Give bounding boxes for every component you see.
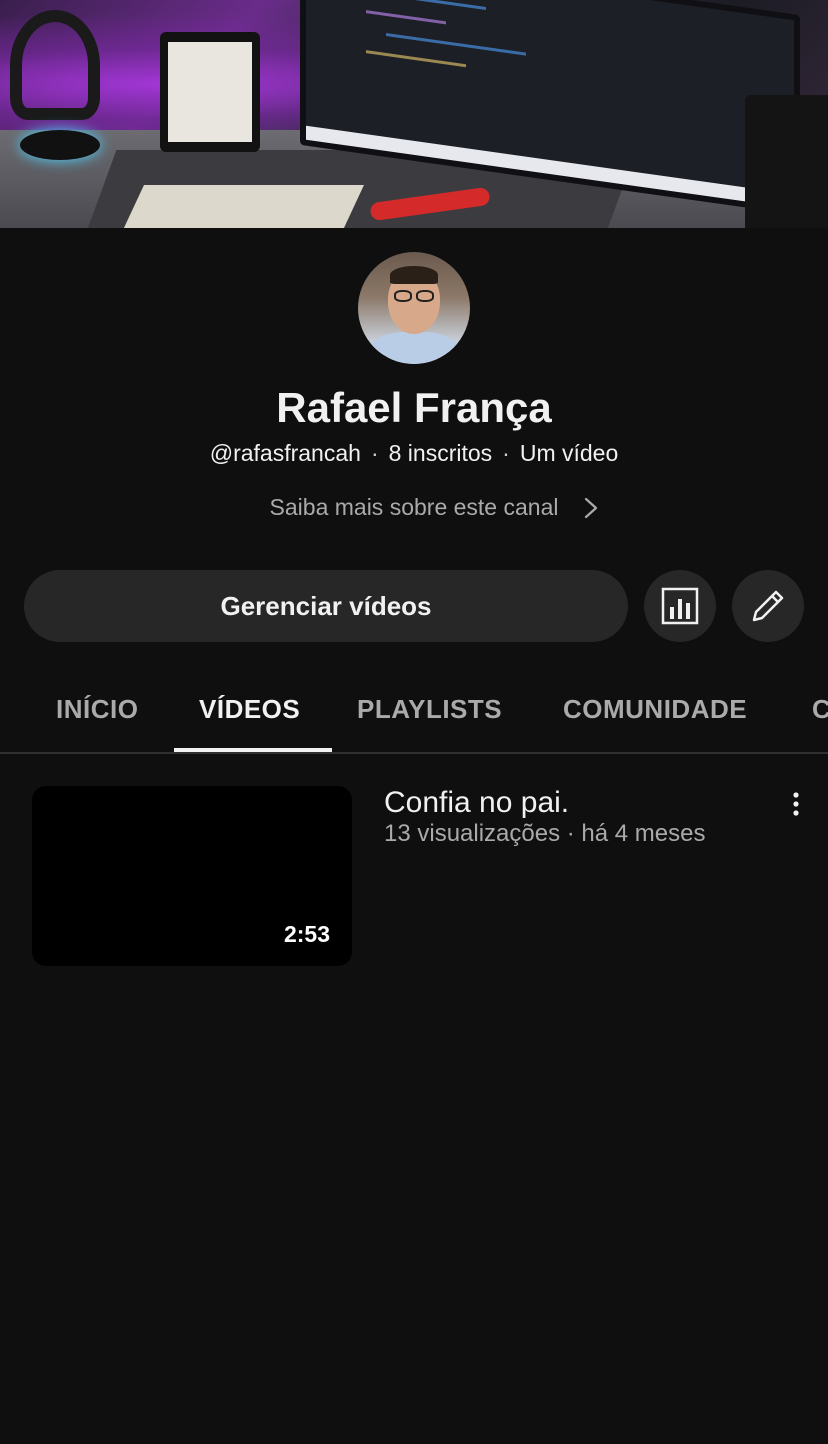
tab-inicio[interactable]: INÍCIO (56, 694, 138, 725)
manage-videos-label: Gerenciar vídeos (220, 590, 432, 621)
about-channel-label: Saiba mais sobre este canal (269, 494, 559, 520)
video-count: Um vídeo (519, 440, 619, 466)
video-meta: 13 visualizações · há 4 meses (384, 820, 706, 847)
chevron-right-icon (584, 497, 598, 519)
edit-channel-button[interactable] (732, 570, 804, 642)
bar-chart-icon (661, 587, 699, 625)
analytics-button[interactable] (644, 570, 716, 642)
pencil-icon (752, 590, 784, 622)
active-tab-indicator (174, 748, 332, 752)
more-vertical-icon (793, 792, 799, 816)
tab-videos[interactable]: VÍDEOS (199, 694, 300, 725)
video-duration: 2:53 (283, 921, 330, 947)
manage-videos-button[interactable]: Gerenciar vídeos (24, 570, 628, 642)
subscriber-count: 8 inscritos (388, 440, 493, 466)
tab-next-partial[interactable]: C (812, 694, 828, 725)
about-channel-link[interactable]: Saiba mais sobre este canal (0, 494, 828, 521)
channel-name: Rafael França (276, 384, 552, 431)
video-more-button[interactable] (780, 786, 812, 822)
channel-banner (0, 0, 828, 228)
tab-comunidade[interactable]: COMUNIDADE (563, 694, 747, 725)
channel-handle: @rafasfrancah (209, 440, 361, 466)
meta-separator: · (370, 440, 379, 466)
channel-tabs: INÍCIO VÍDEOS PLAYLISTS COMUNIDADE C (0, 672, 828, 754)
channel-avatar[interactable] (358, 252, 470, 364)
video-title[interactable]: Confia no pai. (384, 786, 569, 820)
channel-meta: @rafasfrancah · 8 inscritos · Um vídeo (0, 440, 828, 467)
video-thumbnail[interactable]: 2:53 (32, 786, 352, 966)
tab-playlists[interactable]: PLAYLISTS (357, 694, 502, 725)
meta-separator: · (502, 440, 510, 466)
